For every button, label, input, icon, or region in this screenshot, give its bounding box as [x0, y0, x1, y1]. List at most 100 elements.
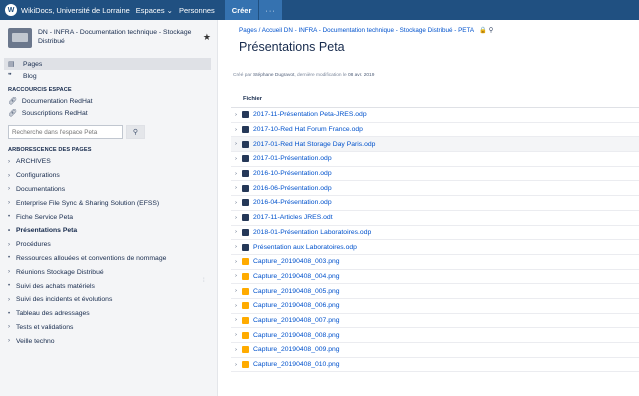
table-row[interactable]: › Capture_20190408_007.png — [231, 314, 639, 329]
expand-chevron-icon[interactable]: › — [235, 215, 242, 221]
breadcrumb[interactable]: Pages / Accueil DN - INFRA - Documentati… — [239, 26, 493, 34]
table-row[interactable]: › 2017-11-Présentation Peta-JRES.odp — [231, 108, 639, 123]
breadcrumb-text[interactable]: Pages / Accueil DN - INFRA - Documentati… — [239, 27, 474, 34]
bullet-icon[interactable]: • — [8, 214, 16, 220]
shortcut-link[interactable]: 🔗︎ Souscriptions RedHat — [0, 107, 217, 119]
file-name-link[interactable]: 2016-04-Présentation.odp — [253, 199, 332, 206]
file-name-link[interactable]: 2016-06-Présentation.odp — [253, 185, 332, 192]
byline-date[interactable]: 08 avr. 2019 — [348, 73, 374, 78]
file-name-link[interactable]: Capture_20190408_009.png — [253, 346, 340, 353]
tree-item[interactable]: › Tests et validations — [0, 321, 217, 335]
table-row[interactable]: › Capture_20190408_009.png — [231, 343, 639, 358]
tree-item[interactable]: • Suivi des achats matériels — [0, 279, 217, 293]
expand-chevron-icon[interactable]: › — [235, 244, 242, 250]
expand-chevron-icon[interactable]: › — [235, 156, 242, 162]
bullet-icon[interactable]: • — [8, 228, 16, 234]
page-restrictions-icon[interactable]: 🔒 ⚲ — [479, 27, 493, 34]
file-name-link[interactable]: Capture_20190408_006.png — [253, 302, 340, 309]
tree-item[interactable]: › Documentations — [0, 183, 217, 197]
tree-item[interactable]: › Veille techno — [0, 334, 217, 348]
tree-item[interactable]: • Fiche Service Peta — [0, 210, 217, 224]
file-name-link[interactable]: 2017-01-Présentation.odp — [253, 155, 332, 162]
table-row[interactable]: › 2017-01-Présentation.odp — [231, 152, 639, 167]
expand-chevron-icon[interactable]: › — [235, 273, 242, 279]
table-row[interactable]: › 2017-01-Red Hat Storage Day Paris.odp — [231, 137, 639, 153]
space-search-input[interactable] — [8, 125, 123, 139]
favourite-star-icon[interactable]: ★ — [203, 32, 211, 52]
file-name-link[interactable]: Capture_20190408_010.png — [253, 361, 340, 368]
table-row[interactable]: › 2016-06-Présentation.odp — [231, 181, 639, 197]
chevron-right-icon[interactable]: › — [8, 324, 16, 330]
file-name-link[interactable]: Capture_20190408_005.png — [253, 288, 340, 295]
table-row[interactable]: › Capture_20190408_005.png — [231, 284, 639, 299]
expand-chevron-icon[interactable]: › — [235, 288, 242, 294]
tree-item[interactable]: • Tableau des adressages — [0, 307, 217, 321]
chevron-right-icon[interactable]: › — [8, 159, 16, 165]
expand-chevron-icon[interactable]: › — [235, 200, 242, 206]
chevron-right-icon[interactable]: › — [8, 297, 16, 303]
tree-item[interactable]: • Présentations Peta — [0, 224, 217, 238]
byline-author[interactable]: Stéphane Dugravot — [253, 73, 294, 78]
expand-chevron-icon[interactable]: › — [235, 171, 242, 177]
file-name-link[interactable]: 2017-11-Présentation Peta-JRES.odp — [253, 111, 367, 118]
table-row[interactable]: › 2018-01-Présentation Laboratoires.odp — [231, 226, 639, 241]
table-row[interactable]: › 2016-04-Présentation.odp — [231, 196, 639, 211]
nav-people-link[interactable]: Personnes — [179, 6, 215, 15]
space-name[interactable]: DN - INFRA - Documentation technique - S… — [38, 28, 203, 52]
table-row[interactable]: › Présentation aux Laboratoires.odp — [231, 240, 639, 255]
bullet-icon[interactable]: • — [8, 283, 16, 289]
expand-chevron-icon[interactable]: › — [235, 347, 242, 353]
file-name-link[interactable]: Capture_20190408_008.png — [253, 332, 340, 339]
nav-spaces-menu[interactable]: Espaces ⌄ — [136, 6, 173, 15]
tree-item[interactable]: › Configurations — [0, 169, 217, 183]
file-name-link[interactable]: 2017-10-Red Hat Forum France.odp — [253, 126, 363, 133]
expand-chevron-icon[interactable]: › — [235, 127, 242, 133]
expand-chevron-icon[interactable]: › — [235, 112, 242, 118]
tree-item[interactable]: › Procédures — [0, 238, 217, 252]
chevron-right-icon[interactable]: › — [8, 242, 16, 248]
search-icon[interactable]: ⚲ — [126, 125, 145, 139]
sidebar-item-pages[interactable]: ▤ Pages — [4, 58, 211, 70]
expand-chevron-icon[interactable]: › — [235, 141, 242, 147]
tree-item[interactable]: › Suivi des incidents et évolutions — [0, 293, 217, 307]
table-row[interactable]: › Capture_20190408_008.png — [231, 328, 639, 343]
column-header-file[interactable]: Fichier — [231, 90, 639, 108]
chevron-right-icon[interactable]: › — [8, 200, 16, 206]
nav-home-link[interactable]: WikiDocs, Université de Lorraine — [21, 6, 130, 15]
tree-item[interactable]: › Enterprise File Sync & Sharing Solution… — [0, 196, 217, 210]
expand-chevron-icon[interactable]: › — [235, 259, 242, 265]
expand-chevron-icon[interactable]: › — [235, 332, 242, 338]
shortcut-link[interactable]: 🔗︎ Documentation RedHat — [0, 95, 217, 107]
file-name-link[interactable]: 2016-10-Présentation.odp — [253, 170, 332, 177]
bullet-icon[interactable]: • — [8, 311, 16, 317]
file-name-link[interactable]: Présentation aux Laboratoires.odp — [253, 244, 357, 251]
file-name-link[interactable]: Capture_20190408_003.png — [253, 258, 340, 265]
chevron-right-icon[interactable]: › — [8, 338, 16, 344]
table-row[interactable]: › 2017-11-Articles JRES.odt — [231, 211, 639, 226]
sidebar-item-blog[interactable]: ❞ Blog — [0, 70, 217, 82]
file-name-link[interactable]: 2017-11-Articles JRES.odt — [253, 214, 333, 221]
table-row[interactable]: › Capture_20190408_006.png — [231, 299, 639, 314]
file-name-link[interactable]: 2018-01-Présentation Laboratoires.odp — [253, 229, 371, 236]
table-row[interactable]: › Capture_20190408_010.png — [231, 358, 639, 373]
expand-chevron-icon[interactable]: › — [235, 185, 242, 191]
chevron-right-icon[interactable]: › — [8, 269, 16, 275]
table-row[interactable]: › 2016-10-Présentation.odp — [231, 167, 639, 182]
table-row[interactable]: › Capture_20190408_004.png — [231, 270, 639, 285]
expand-chevron-icon[interactable]: › — [235, 303, 242, 309]
create-more-button[interactable]: ··· — [259, 0, 282, 20]
file-name-link[interactable]: Capture_20190408_007.png — [253, 317, 340, 324]
expand-chevron-icon[interactable]: › — [235, 362, 242, 368]
expand-chevron-icon[interactable]: › — [235, 317, 242, 323]
chevron-right-icon[interactable]: › — [8, 173, 16, 179]
chevron-right-icon[interactable]: › — [8, 186, 16, 192]
tree-item[interactable]: › ARCHIVES — [0, 155, 217, 169]
table-row[interactable]: › Capture_20190408_003.png — [231, 255, 639, 270]
bullet-icon[interactable]: • — [8, 255, 16, 261]
tree-item[interactable]: • Ressources allouées et conventions de n… — [0, 252, 217, 266]
space-logo-icon[interactable] — [8, 28, 32, 48]
app-logo-icon[interactable]: W — [5, 4, 17, 16]
tree-item[interactable]: › Réunions Stockage Distribué — [0, 265, 217, 279]
file-name-link[interactable]: Capture_20190408_004.png — [253, 273, 340, 280]
file-name-link[interactable]: 2017-01-Red Hat Storage Day Paris.odp — [253, 141, 375, 148]
